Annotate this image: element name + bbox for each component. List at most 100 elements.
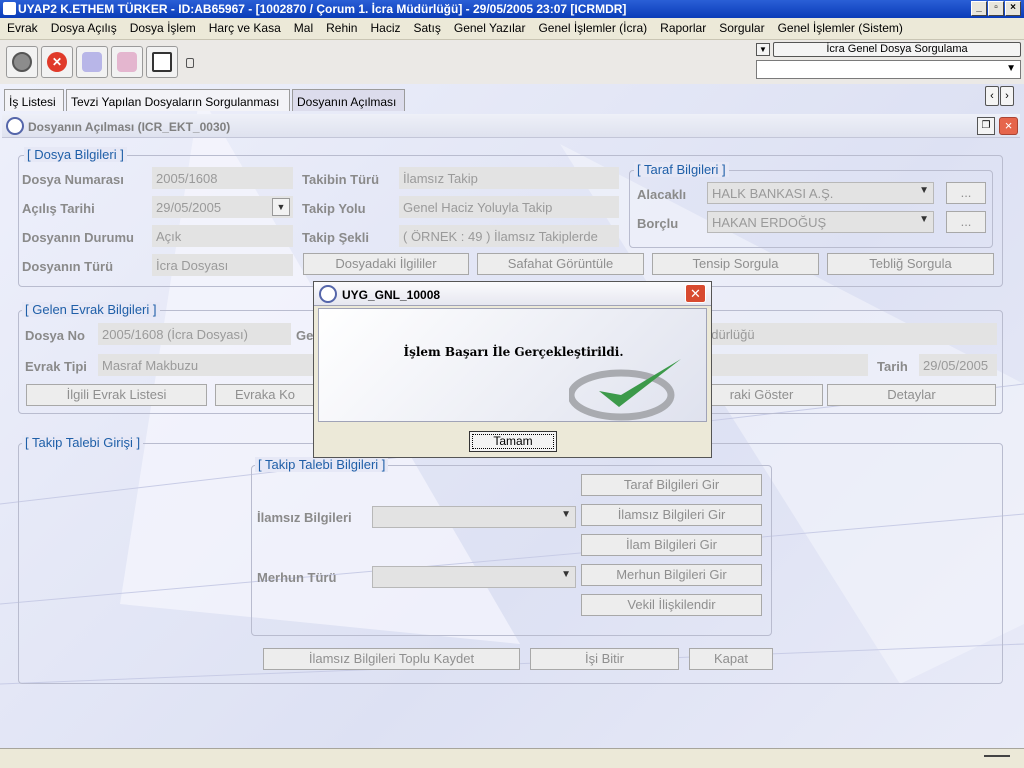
panel-title: Dosyanın Açılması (ICR_EKT_0030) — [28, 120, 231, 134]
evrak-extra-field[interactable] — [700, 354, 868, 376]
dosyadaki-ilgililer-button[interactable]: Dosyadaki İlgililer — [303, 253, 469, 275]
ilamsiz-bilgileri-label: İlamsız Bilgileri — [257, 510, 352, 525]
query-select[interactable]: ▼ — [756, 60, 1021, 79]
tab-tevzi[interactable]: Tevzi Yapılan Dosyaların Sorgulanması — [66, 89, 290, 111]
acilis-tarihi-field[interactable]: 29/05/2005 ▼ — [152, 196, 293, 218]
borclu-select[interactable]: HAKAN ERDOĞUŞ ▼ — [707, 211, 934, 233]
users-alt-button[interactable] — [111, 46, 143, 78]
ilamsiz-bilgileri-select[interactable]: ▼ — [372, 506, 576, 528]
teblig-sorgula-button[interactable]: Tebliğ Sorgula — [827, 253, 994, 275]
menu-harc-kasa[interactable]: Harç ve Kasa — [202, 18, 287, 39]
calculator-icon — [152, 52, 172, 72]
chevron-down-icon: ▼ — [919, 214, 929, 225]
ok-button[interactable]: Tamam — [469, 431, 557, 452]
query-button[interactable]: İcra Genel Dosya Sorgulama — [773, 42, 1021, 57]
evrak-tarih-field[interactable]: 29/05/2005 — [919, 354, 997, 376]
acilis-tarihi-label: Açılış Tarihi — [22, 201, 95, 216]
takibin-turu-label: Takibin Türü — [302, 172, 380, 187]
tab-prev-button[interactable]: ‹ — [985, 86, 999, 106]
restore-panel-icon[interactable]: ❐ — [977, 117, 995, 135]
message-dialog: UYG_GNL_10008 ✕ İşlem Başarı İle Gerçekl… — [313, 281, 712, 458]
tensip-sorgula-button[interactable]: Tensip Sorgula — [652, 253, 819, 275]
tab-next-button[interactable]: › — [1000, 86, 1014, 106]
success-checkmark-icon — [569, 359, 681, 421]
alacakli-select[interactable]: HALK BANKASI A.Ş. ▼ — [707, 182, 934, 204]
minimize-button[interactable]: _ — [971, 1, 987, 16]
users-button[interactable] — [76, 46, 108, 78]
tab-dosyanin-acilmasi[interactable]: Dosyanın Açılması — [292, 89, 405, 111]
evraki-goster-button[interactable]: raki Göster — [700, 384, 823, 406]
ilam-bilgileri-gir-button[interactable]: İlam Bilgileri Gir — [581, 534, 762, 556]
dialog-close-icon[interactable]: ✕ — [685, 284, 706, 303]
alacakli-label: Alacaklı — [637, 187, 687, 202]
chevron-down-icon[interactable]: ▼ — [272, 198, 290, 216]
exit-button[interactable]: ✕ — [41, 46, 73, 78]
evrak-tarih-label: Tarih — [877, 359, 908, 374]
evrak-mudurluk-field[interactable]: üdürlüğü — [700, 323, 997, 345]
menu-dosya-islem[interactable]: Dosya İşlem — [123, 18, 202, 39]
toolbar: ✕ ▼ İcra Genel Dosya Sorgulama ▼ — [0, 40, 1024, 84]
borclu-value: HAKAN ERDOĞUŞ — [712, 215, 827, 230]
menu-sorgular[interactable]: Sorgular — [712, 18, 770, 39]
close-window-button[interactable]: × — [1005, 1, 1021, 16]
menu-genel-islemler-sistem[interactable]: Genel İşlemler (Sistem) — [771, 18, 909, 39]
dialog-title: UYG_GNL_10008 — [342, 288, 441, 302]
chevron-down-icon: ▼ — [561, 569, 571, 580]
menu-haciz[interactable]: Haciz — [363, 18, 406, 39]
tur-label: Dosyanın Türü — [22, 259, 114, 274]
taraf-bilgileri-gir-button[interactable]: Taraf Bilgileri Gir — [581, 474, 762, 496]
takip-talebi-bilgileri-title: [ Takip Talebi Bilgileri ] — [255, 457, 389, 472]
menu-mal[interactable]: Mal — [287, 18, 319, 39]
app-logo-icon — [319, 285, 337, 303]
evraka-ko-button[interactable]: Evraka Ko — [215, 384, 315, 406]
takibin-turu-field[interactable]: İlamsız Takip — [399, 167, 619, 189]
evrak-tipi-field[interactable]: Masraf Makbuzu — [98, 354, 313, 376]
menu-rehin[interactable]: Rehin — [319, 18, 363, 39]
menu-raporlar[interactable]: Raporlar — [653, 18, 712, 39]
durum-field[interactable]: Açık — [152, 225, 293, 247]
vekil-iliskilendir-button[interactable]: Vekil İlişkilendir — [581, 594, 762, 616]
gelen-evrak-title: [ Gelen Evrak Bilgileri ] — [22, 302, 160, 317]
borclu-label: Borçlu — [637, 216, 679, 231]
menu-bar: Evrak Dosya Açılış Dosya İşlem Harç ve Kasa… — [0, 18, 1024, 40]
tab-is-listesi[interactable]: İş Listesi — [4, 89, 64, 111]
borclu-more-button[interactable]: ... — [946, 211, 986, 233]
takip-yolu-label: Takip Yolu — [302, 201, 366, 216]
tur-field[interactable]: İcra Dosyası — [152, 254, 293, 276]
calculator-button[interactable] — [146, 46, 178, 78]
chevron-down-icon: ▼ — [1006, 63, 1016, 74]
menu-dosya-acilis[interactable]: Dosya Açılış — [44, 18, 123, 39]
evrak-dosya-no-field[interactable]: 2005/1608 (İcra Dosyası) — [98, 323, 291, 345]
menu-satis[interactable]: Satış — [407, 18, 447, 39]
menu-genel-yazilar[interactable]: Genel Yazılar — [447, 18, 532, 39]
menu-genel-islemler-icra[interactable]: Genel İşlemler (İcra) — [531, 18, 653, 39]
takip-sekli-field[interactable]: ( ÖRNEK : 49 ) İlamsız Takiplerde — [399, 225, 619, 247]
merhun-turu-label: Merhun Türü — [257, 570, 337, 585]
chevron-down-icon: ▼ — [919, 185, 929, 196]
query-dropdown-button[interactable]: ▼ — [756, 43, 770, 56]
isi-bitir-button[interactable]: İşi Bitir — [530, 648, 679, 670]
merhun-bilgileri-gir-button[interactable]: Merhun Bilgileri Gir — [581, 564, 762, 586]
ilgili-evrak-listesi-button[interactable]: İlgili Evrak Listesi — [26, 384, 207, 406]
menu-evrak[interactable]: Evrak — [0, 18, 44, 39]
info-button[interactable] — [6, 46, 38, 78]
durum-label: Dosyanın Durumu — [22, 230, 134, 245]
dosya-bilgileri-title: [ Dosya Bilgileri ] — [24, 147, 127, 162]
dialog-title-bar: UYG_GNL_10008 ✕ — [314, 282, 711, 306]
alacakli-more-button[interactable]: ... — [946, 182, 986, 204]
takip-yolu-field[interactable]: Genel Haciz Yoluyla Takip — [399, 196, 619, 218]
safahat-goruntule-button[interactable]: Safahat Görüntüle — [477, 253, 644, 275]
merhun-turu-select[interactable]: ▼ — [372, 566, 576, 588]
taraf-bilgileri-title: [ Taraf Bilgileri ] — [634, 162, 729, 177]
resize-grip-icon[interactable] — [984, 755, 1010, 761]
evrak-ge-label: Ge — [296, 328, 314, 343]
title-bar: UYAP2 K.ETHEM TÜRKER - ID:AB65967 - [100… — [0, 0, 1024, 18]
dosya-no-field[interactable]: 2005/1608 — [152, 167, 293, 189]
ilamsiz-bilgileri-gir-button[interactable]: İlamsız Bilgileri Gir — [581, 504, 762, 526]
evrak-dosya-no-label: Dosya No — [25, 328, 85, 343]
detaylar-button[interactable]: Detaylar — [827, 384, 996, 406]
restore-button[interactable]: ▫ — [988, 1, 1004, 16]
close-panel-icon[interactable]: × — [999, 117, 1018, 135]
kapat-button[interactable]: Kapat — [689, 648, 773, 670]
ilamsiz-toplu-kaydet-button[interactable]: İlamsız Bilgileri Toplu Kaydet — [263, 648, 520, 670]
